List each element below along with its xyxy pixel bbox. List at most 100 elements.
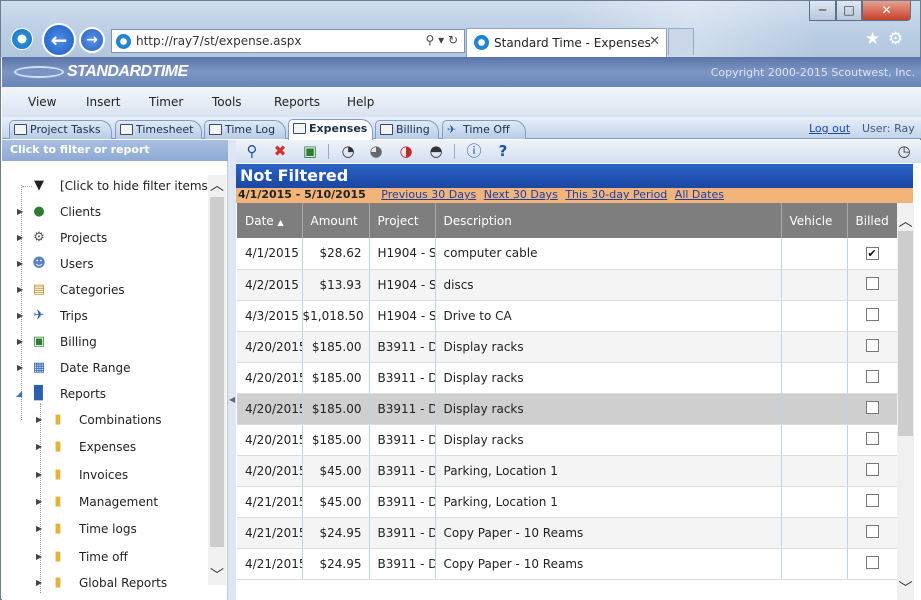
billed-checkbox[interactable] [865, 524, 879, 538]
menu-tools[interactable]: Tools [212, 95, 242, 109]
settings-gear-icon[interactable]: ⚙ [888, 29, 903, 49]
menu-timer[interactable]: Timer [149, 95, 183, 109]
tree-item-time-off[interactable]: ▶ ▮ Time off [35, 547, 205, 567]
billed-checkbox[interactable] [865, 400, 879, 414]
table-row[interactable]: 4/20/2015 $185.00 B3911 - D Display racks [237, 362, 897, 394]
column-header-project[interactable]: Project [369, 203, 436, 238]
billed-checkbox[interactable] [865, 307, 879, 321]
tree-item-time-logs[interactable]: ▶ ▮ Time logs [35, 519, 205, 539]
cell-amount: $185.00 [302, 331, 370, 363]
money-icon[interactable]: ▣ [300, 142, 320, 161]
table-row[interactable]: 4/20/2015 $45.00 B3911 - D Parking, Locatio… [237, 455, 897, 487]
tab-time-log[interactable]: Time Log [204, 120, 286, 139]
billed-checkbox[interactable] [865, 431, 879, 445]
favorites-star-icon[interactable]: ★ [865, 29, 880, 49]
address-bar[interactable]: http://ray7/st/expense.aspx ⚲ ▾ ↻ [111, 29, 465, 53]
billed-checkbox[interactable] [865, 493, 879, 507]
help-icon[interactable]: ? [493, 142, 513, 161]
grid-scroll-thumb[interactable] [898, 231, 913, 436]
pane-splitter[interactable]: ◀ [228, 140, 236, 600]
table-row[interactable]: 4/21/2015 $45.00 B3911 - D Parking, Locatio… [237, 486, 897, 518]
tree-item-categories[interactable]: ▶ ▤ Categories [16, 280, 206, 300]
tab-project-tasks[interactable]: Project Tasks [9, 120, 112, 139]
scroll-down-icon[interactable]: ﹀ [208, 565, 226, 585]
next-30-days-link[interactable]: Next 30 Days [484, 188, 558, 201]
table-row[interactable]: 4/20/2015 $185.00 B3911 - D Display racks [237, 393, 897, 425]
billed-checkbox[interactable] [865, 462, 879, 476]
sidebar-header[interactable]: Click to filter or report [2, 140, 228, 161]
tree-item-reports[interactable]: ◢ ▉ Reports [16, 384, 206, 404]
billed-checkbox[interactable] [865, 555, 879, 569]
clock-start-icon[interactable]: ◔ [338, 142, 358, 161]
clock-stop-icon[interactable]: ◓ [426, 142, 446, 161]
tree-item-expenses[interactable]: ▶ ▮ Expenses [35, 437, 205, 457]
tree-item-invoices[interactable]: ▶ ▮ Invoices [35, 465, 205, 485]
cell-date: 4/20/2015 [237, 393, 303, 425]
close-button[interactable]: ✕ [862, 1, 911, 21]
table-row[interactable]: 4/3/2015 $1,018.50 H1904 - S Drive to CA [237, 300, 897, 332]
tree-item-management[interactable]: ▶ ▮ Management [35, 492, 205, 512]
tab-expenses[interactable]: Expenses [288, 119, 373, 140]
table-row[interactable]: 4/2/2015 $13.93 H1904 - Sdiscs [237, 269, 897, 301]
logout-link[interactable]: Log out [809, 122, 850, 135]
menu-view[interactable]: View [28, 95, 56, 109]
column-header-billed[interactable]: Billed [847, 203, 897, 238]
cell-date: 4/1/2015 [237, 238, 303, 270]
tab-timesheet[interactable]: Timesheet [115, 120, 202, 139]
timer-clock-icon[interactable]: ◷ [894, 142, 914, 161]
scroll-up-icon[interactable]: ︿ [897, 211, 914, 231]
billed-checkbox[interactable] [865, 338, 879, 352]
tree-item-clients[interactable]: ▶ ● Clients [16, 202, 206, 222]
new-tab-button[interactable] [668, 28, 694, 55]
tree-item-combinations[interactable]: ▶ ▮ Combinations [35, 410, 205, 430]
clock-icon[interactable]: ◕ [366, 142, 386, 161]
tree-item-trips[interactable]: ▶ ✈ Trips [16, 306, 206, 326]
minimize-button[interactable]: ─ [809, 1, 836, 21]
sidebar-scrollbar[interactable]: ︿ ﹀ [208, 175, 226, 585]
forward-arrow-icon[interactable]: → [79, 27, 105, 53]
tab-billing[interactable]: Billing [375, 120, 439, 139]
tree-item-users[interactable]: ▶ ☻ Users [16, 254, 206, 274]
billed-checkbox[interactable] [865, 276, 879, 290]
search-refresh-icon[interactable]: ⚲ ▾ ↻ [426, 33, 459, 47]
cell-description: computer cable [435, 238, 782, 270]
previous-30-days-link[interactable]: Previous 30 Days [381, 188, 476, 201]
column-header-amount[interactable]: Amount [302, 203, 370, 238]
sidebar-scroll-thumb[interactable] [210, 197, 224, 547]
column-header-vehicle[interactable]: Vehicle [781, 203, 848, 238]
info-icon[interactable]: ⓘ [464, 142, 484, 161]
scroll-up-icon[interactable]: ︿ [208, 175, 226, 195]
cell-amount: $185.00 [302, 424, 370, 456]
billed-checkbox[interactable] [865, 369, 879, 383]
tree-item-billing[interactable]: ▶ ▣ Billing [16, 332, 206, 352]
table-row[interactable]: 4/20/2015 $185.00 B3911 - D Display racks [237, 331, 897, 363]
address-url[interactable]: http://ray7/st/expense.aspx [136, 34, 301, 48]
column-header-description[interactable]: Description [435, 203, 782, 238]
billed-checkbox[interactable]: ✔ [865, 247, 879, 261]
menu-help[interactable]: Help [347, 95, 374, 109]
delete-icon[interactable]: ✖ [270, 142, 290, 161]
tree-item-global-reports[interactable]: ▶ ▮ Global Reports [35, 573, 205, 593]
search-icon[interactable]: ⚲ [242, 142, 262, 161]
tree-item-hide-filter[interactable]: ▼ [Click to hide filter items] [16, 176, 208, 196]
tab-close-icon[interactable]: ✕ [649, 34, 660, 49]
menu-insert[interactable]: Insert [86, 95, 120, 109]
tree-item-date-range[interactable]: ▶ ▦ Date Range [16, 358, 206, 378]
all-dates-link[interactable]: All Dates [675, 188, 724, 201]
this-30-day-period-link[interactable]: This 30-day Period [565, 188, 667, 201]
table-row[interactable]: 4/20/2015 $185.00 B3911 - D Display racks [237, 424, 897, 456]
column-header-date[interactable]: Date ▲ [237, 203, 303, 238]
menu-reports[interactable]: Reports [274, 95, 320, 109]
tree-item-projects[interactable]: ▶ ⚙ Projects [16, 228, 206, 248]
table-row[interactable]: 4/21/2015 $24.95 B3911 - D Copy Paper - 10 … [237, 517, 897, 549]
maximize-button[interactable]: □ [836, 1, 862, 21]
grid-scrollbar[interactable]: ︿ ﹀ [897, 203, 914, 600]
browser-tab[interactable]: Standard Time - Expenses ✕ [466, 28, 667, 57]
back-arrow-icon[interactable]: ← [42, 23, 76, 57]
table-row[interactable]: 4/21/2015 $24.95 B3911 - D Copy Paper - 10 … [237, 548, 897, 580]
clock-alert-icon[interactable]: ◑ [396, 142, 416, 161]
scroll-down-icon[interactable]: ﹀ [897, 578, 914, 598]
table-row[interactable]: 4/1/2015 $28.62 H1904 - Scomputer cable ✔ [237, 238, 897, 270]
collapse-arrow-icon[interactable]: ◀ [229, 395, 235, 404]
tab-time-off[interactable]: ✈ Time Off [442, 120, 526, 139]
